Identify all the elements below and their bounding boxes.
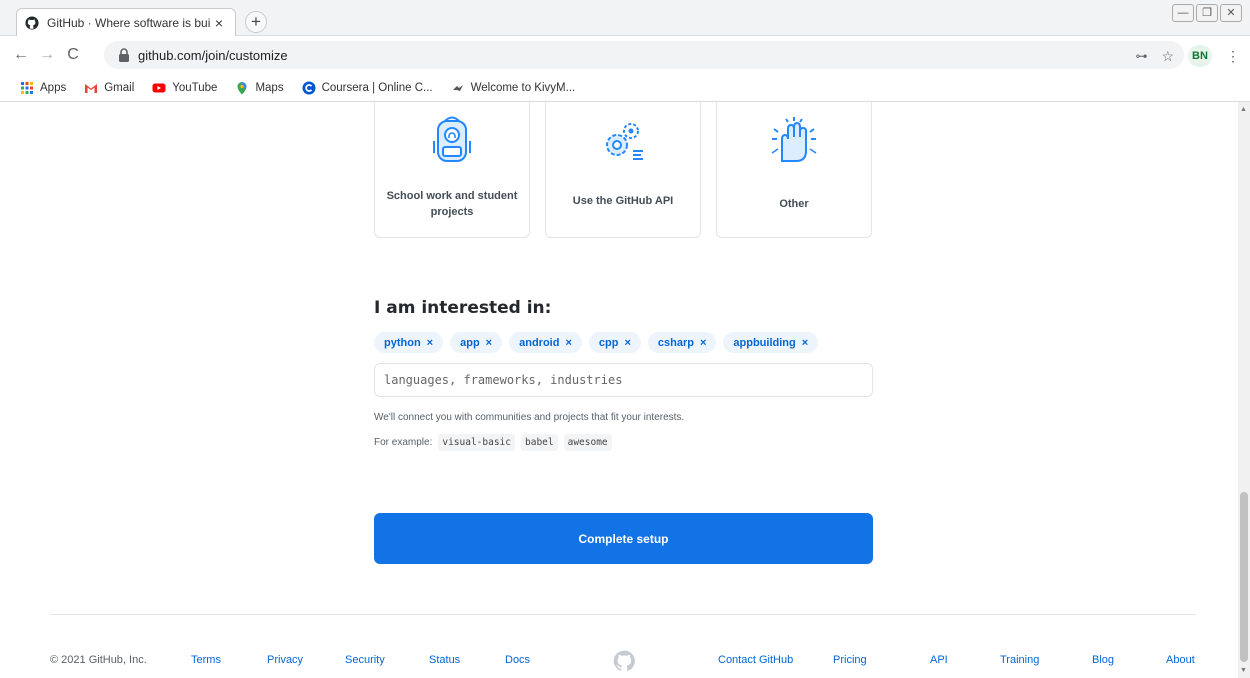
remove-chip-icon[interactable]: × bbox=[802, 337, 808, 349]
footer-link-security[interactable]: Security bbox=[345, 654, 385, 666]
bookmark-maps[interactable]: Maps bbox=[235, 81, 284, 95]
minimize-button[interactable]: — bbox=[1172, 4, 1194, 22]
forward-icon[interactable]: → bbox=[34, 46, 60, 64]
interest-chip[interactable]: csharp × bbox=[647, 332, 717, 353]
github-favicon-icon bbox=[25, 15, 39, 30]
bookmark-label: Coursera | Online C... bbox=[321, 81, 433, 94]
footer-link-privacy[interactable]: Privacy bbox=[267, 654, 303, 666]
interest-chips: python × app × android × cpp × csharp × appbu… bbox=[374, 332, 819, 353]
remove-chip-icon[interactable]: × bbox=[427, 337, 433, 349]
coursera-icon bbox=[302, 81, 316, 94]
chip-label: android bbox=[519, 336, 560, 349]
bookmark-youtube[interactable]: YouTube bbox=[152, 81, 217, 95]
card-other[interactable]: Other bbox=[716, 102, 872, 238]
bookmark-coursera[interactable]: Coursera | Online C... bbox=[302, 81, 433, 95]
interest-chip[interactable]: appbuilding × bbox=[723, 332, 819, 353]
card-school-work[interactable]: School work and student projects bbox=[374, 102, 530, 238]
card-label: Use the GitHub API bbox=[572, 195, 674, 207]
footer-divider bbox=[50, 614, 1196, 615]
youtube-icon bbox=[152, 83, 166, 92]
scroll-down-icon[interactable]: ▼ bbox=[1240, 667, 1247, 674]
browser-toolbar: ← → C github.com/join/customize ⊶ ☆ BN ⋮ bbox=[0, 36, 1250, 74]
footer-link-about[interactable]: About bbox=[1166, 654, 1195, 666]
gears-icon bbox=[606, 123, 643, 160]
lock-icon bbox=[119, 48, 129, 62]
url-text: github.com/join/customize bbox=[138, 47, 288, 63]
restore-button[interactable]: ❐ bbox=[1196, 4, 1218, 22]
copyright: © 2021 GitHub, Inc. bbox=[50, 654, 147, 666]
page-scrollbar[interactable]: ▲ ▼ bbox=[1238, 102, 1250, 678]
browser-tab-strip: GitHub · Where software is built × + — ❐… bbox=[0, 0, 1250, 36]
scroll-up-icon[interactable]: ▲ bbox=[1240, 106, 1247, 113]
chip-label: python bbox=[384, 336, 421, 349]
new-tab-button[interactable]: + bbox=[245, 11, 267, 33]
menu-kebab-icon[interactable]: ⋮ bbox=[1226, 48, 1240, 65]
key-icon[interactable]: ⊶ bbox=[1135, 49, 1147, 63]
chip-label: app bbox=[460, 336, 480, 349]
interest-chip[interactable]: cpp × bbox=[588, 332, 641, 353]
remove-chip-icon[interactable]: × bbox=[624, 337, 630, 349]
interests-heading: I am interested in: bbox=[374, 298, 552, 318]
remove-chip-icon[interactable]: × bbox=[486, 337, 492, 349]
back-icon[interactable]: ← bbox=[8, 46, 34, 64]
card-label: Other bbox=[779, 198, 809, 210]
example-label: For example: bbox=[374, 437, 433, 448]
bookmark-label: Gmail bbox=[104, 81, 135, 94]
close-window-button[interactable]: ✕ bbox=[1220, 4, 1242, 22]
interests-examples: For example: visual-basic babel awesome bbox=[374, 434, 612, 451]
interests-input[interactable] bbox=[374, 363, 873, 397]
bookmark-gmail[interactable]: Gmail bbox=[84, 81, 134, 95]
address-bar[interactable]: github.com/join/customize bbox=[104, 41, 1184, 69]
bookmark-kivy[interactable]: Welcome to KivyM... bbox=[451, 81, 576, 95]
chip-label: appbuilding bbox=[733, 336, 796, 349]
example-suggestion[interactable]: babel bbox=[521, 434, 558, 451]
card-label: School work and student projects bbox=[386, 190, 518, 218]
footer-link-blog[interactable]: Blog bbox=[1092, 654, 1114, 666]
apps-grid-icon bbox=[21, 81, 33, 94]
browser-tab[interactable]: GitHub · Where software is built × bbox=[16, 8, 236, 36]
maps-icon bbox=[237, 81, 247, 94]
backpack-icon bbox=[433, 116, 471, 162]
interest-chip[interactable]: python × bbox=[374, 332, 444, 353]
bookmark-label: Welcome to KivyM... bbox=[470, 81, 576, 94]
bookmarks-bar: Apps Gmail YouTube Maps Coursera | Onlin… bbox=[0, 74, 1250, 102]
interest-chip[interactable]: app × bbox=[450, 332, 503, 353]
footer-link-api[interactable]: API bbox=[930, 654, 948, 666]
tab-title: GitHub · Where software is built bbox=[47, 15, 211, 30]
footer-link-docs[interactable]: Docs bbox=[505, 654, 530, 666]
bookmark-label: Apps bbox=[40, 81, 67, 94]
profile-avatar[interactable]: BN bbox=[1188, 45, 1212, 67]
footer-link-contact[interactable]: Contact GitHub bbox=[718, 654, 793, 666]
bookmark-apps[interactable]: Apps bbox=[20, 81, 66, 95]
example-suggestion[interactable]: awesome bbox=[563, 434, 612, 451]
bookmark-label: YouTube bbox=[172, 81, 218, 94]
footer-link-status[interactable]: Status bbox=[429, 654, 460, 666]
card-github-api[interactable]: Use the GitHub API bbox=[545, 102, 701, 238]
footer-link-training[interactable]: Training bbox=[1000, 654, 1039, 666]
chip-label: csharp bbox=[657, 336, 694, 349]
remove-chip-icon[interactable]: × bbox=[565, 337, 571, 349]
kivy-icon bbox=[452, 84, 463, 91]
star-bookmark-icon[interactable]: ☆ bbox=[1161, 48, 1174, 65]
chip-label: cpp bbox=[598, 336, 619, 349]
remove-chip-icon[interactable]: × bbox=[700, 337, 706, 349]
gmail-icon bbox=[85, 83, 98, 93]
window-controls: — ❐ ✕ bbox=[1172, 4, 1242, 22]
interest-chip[interactable]: android × bbox=[509, 332, 582, 353]
reload-icon[interactable]: C bbox=[60, 46, 86, 64]
bookmark-label: Maps bbox=[255, 81, 284, 94]
tab-close-icon[interactable]: × bbox=[211, 15, 227, 31]
interests-hint: We'll connect you with communities and p… bbox=[374, 412, 685, 423]
footer-link-pricing[interactable]: Pricing bbox=[833, 654, 867, 666]
scrollbar-thumb[interactable] bbox=[1240, 492, 1248, 662]
high-five-icon bbox=[771, 117, 817, 162]
footer-link-terms[interactable]: Terms bbox=[191, 654, 221, 666]
page-content: School work and student projects Use the… bbox=[0, 102, 1238, 678]
complete-setup-button[interactable]: Complete setup bbox=[374, 513, 873, 564]
github-logo-icon[interactable] bbox=[613, 650, 635, 672]
example-suggestion[interactable]: visual-basic bbox=[438, 434, 515, 451]
